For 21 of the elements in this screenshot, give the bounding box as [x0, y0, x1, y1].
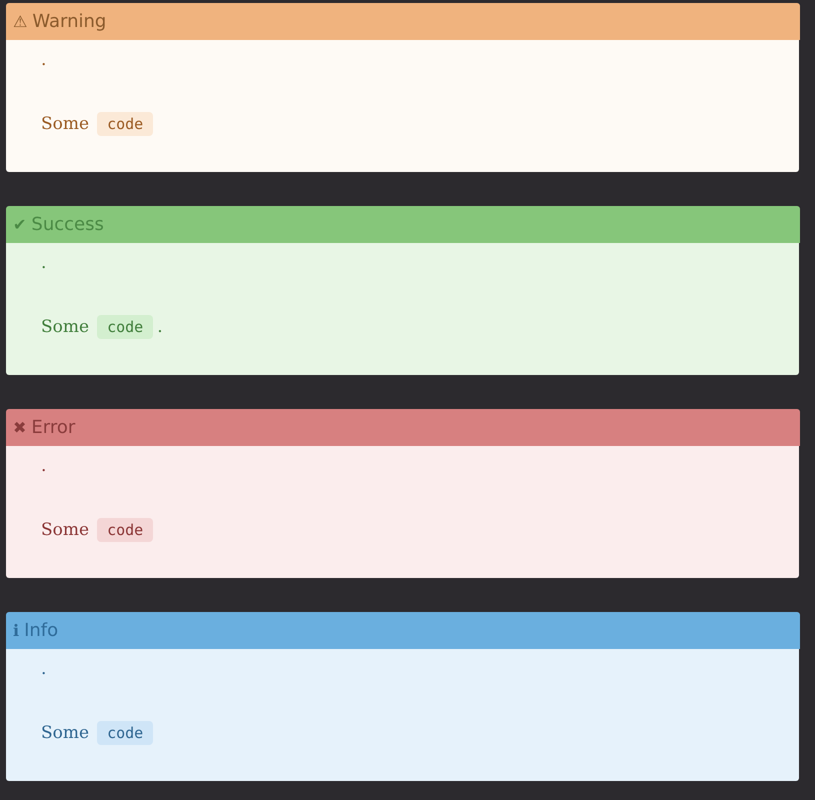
body-text: Some: [41, 723, 90, 743]
body-text: .: [41, 659, 46, 679]
inline-code: code: [97, 518, 154, 542]
admonition-title: Error: [31, 418, 76, 436]
body-text: .: [157, 317, 163, 337]
inline-code: code: [97, 721, 154, 745]
inline-code: code: [97, 112, 154, 136]
body-text: .: [41, 456, 46, 476]
cross-icon: ✖: [13, 420, 26, 436]
body-text: Some: [41, 317, 90, 337]
admonition-title: Success: [31, 216, 104, 234]
body-text: Some: [41, 520, 90, 540]
info-icon: ℹ: [13, 622, 20, 638]
admonition-title: Warning: [32, 12, 106, 30]
inline-code: code: [97, 315, 154, 339]
warning-icon: ⚠: [13, 14, 28, 30]
check-icon: ✔: [13, 216, 26, 232]
body-text: .: [41, 50, 46, 70]
body-text: Some: [41, 114, 90, 134]
body-text: .: [41, 253, 46, 273]
admonition-title: Info: [24, 622, 58, 640]
